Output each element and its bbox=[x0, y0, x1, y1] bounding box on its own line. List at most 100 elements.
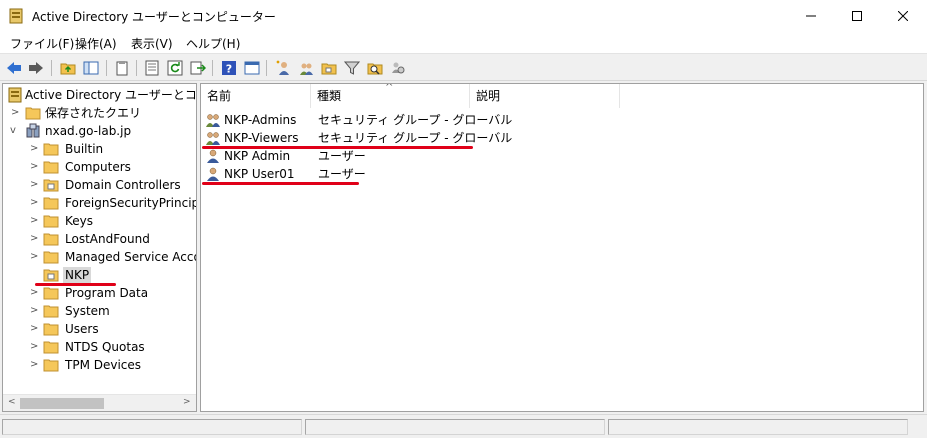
chevron-right-icon[interactable]: > bbox=[30, 248, 40, 266]
export-list-button[interactable] bbox=[188, 58, 208, 78]
menu-view[interactable]: 表示(V) bbox=[131, 35, 173, 52]
tree-item-keys[interactable]: > Keys bbox=[3, 212, 196, 230]
tree-item-label: NKP bbox=[63, 267, 92, 283]
toolbar-separator bbox=[136, 60, 137, 76]
tree-root-label: Active Directory ユーザーとコンピュー bbox=[25, 88, 197, 102]
tree-item-domain-controllers[interactable]: > Domain Controllers bbox=[3, 176, 196, 194]
tree-item-label: 保存されたクエリ bbox=[45, 106, 142, 120]
list-cell-name: NKP User01 bbox=[224, 167, 295, 181]
tree-item-computers[interactable]: > Computers bbox=[3, 158, 196, 176]
clipboard-button[interactable] bbox=[112, 58, 132, 78]
console-tree-icon bbox=[83, 61, 99, 75]
refresh-button[interactable] bbox=[165, 58, 185, 78]
new-ou-button[interactable] bbox=[319, 58, 339, 78]
list-cell-type: セキュリティ グループ - グローバル bbox=[318, 131, 513, 145]
help-button[interactable]: ? bbox=[219, 58, 239, 78]
menu-help[interactable]: ヘルプ(H) bbox=[186, 35, 240, 52]
back-arrow-icon bbox=[7, 62, 21, 74]
tree-item-users[interactable]: > Users bbox=[3, 320, 196, 338]
new-user-icon bbox=[276, 60, 289, 75]
tree-item-label: Domain Controllers bbox=[65, 178, 181, 192]
scroll-left-icon[interactable]: < bbox=[8, 397, 16, 407]
list-row-nkp-user01[interactable]: NKP User01 ユーザー bbox=[201, 165, 921, 183]
find-button[interactable] bbox=[365, 58, 385, 78]
menu-file[interactable]: ファイル(F) bbox=[10, 35, 74, 52]
back-button[interactable] bbox=[4, 58, 24, 78]
tree-item-nkp[interactable]: NKP bbox=[3, 266, 196, 284]
minimize-button[interactable] bbox=[788, 0, 834, 32]
properties-icon bbox=[145, 60, 159, 76]
folder-icon bbox=[43, 215, 59, 228]
toolbar-separator bbox=[51, 60, 52, 76]
chevron-right-icon[interactable]: > bbox=[30, 320, 40, 338]
chevron-down-icon[interactable]: v bbox=[10, 122, 20, 140]
folder-icon bbox=[43, 323, 59, 336]
tree-horizontal-scrollbar[interactable]: < > bbox=[3, 394, 196, 411]
scrollbar-thumb[interactable] bbox=[20, 398, 104, 409]
user-icon bbox=[207, 167, 219, 181]
domain-icon bbox=[26, 123, 40, 138]
close-button[interactable] bbox=[880, 0, 926, 32]
toolbar-separator bbox=[106, 60, 107, 76]
maximize-icon bbox=[852, 11, 862, 21]
tree-item-tpm-devices[interactable]: > TPM Devices bbox=[3, 356, 196, 374]
tree-item-domain[interactable]: v nxad.go-lab.jp bbox=[3, 122, 196, 140]
up-folder-button[interactable] bbox=[58, 58, 78, 78]
details-list[interactable]: 名前 種類 説明 ^ NKP-Admins セキュリティ グループ - グローバ… bbox=[200, 83, 924, 412]
chevron-right-icon[interactable]: > bbox=[30, 194, 40, 212]
toolbar-separator bbox=[266, 60, 267, 76]
sort-ascending-icon: ^ bbox=[385, 83, 394, 93]
properties-button[interactable] bbox=[142, 58, 162, 78]
chevron-right-icon[interactable]: > bbox=[30, 158, 40, 176]
tree-item-label: Program Data bbox=[65, 286, 149, 300]
show-hide-tree-button[interactable] bbox=[81, 58, 101, 78]
folder-icon bbox=[43, 143, 59, 156]
menu-action[interactable]: 操作(A) bbox=[75, 35, 117, 52]
chevron-right-icon[interactable]: > bbox=[30, 284, 40, 302]
tree-item-ntds-quotas[interactable]: > NTDS Quotas bbox=[3, 338, 196, 356]
chevron-right-icon[interactable]: > bbox=[30, 212, 40, 230]
tree-item-foreign-security-principals[interactable]: > ForeignSecurityPrincipals bbox=[3, 194, 196, 212]
add-to-group-button[interactable] bbox=[388, 58, 408, 78]
list-row-nkp-admin[interactable]: NKP Admin ユーザー bbox=[201, 147, 921, 165]
status-segment bbox=[305, 419, 605, 435]
chevron-right-icon[interactable]: > bbox=[30, 338, 40, 356]
ou-folder-icon bbox=[43, 269, 59, 282]
tree-item-program-data[interactable]: > Program Data bbox=[3, 284, 196, 302]
tree-item-lost-and-found[interactable]: > LostAndFound bbox=[3, 230, 196, 248]
tree-item-system[interactable]: > System bbox=[3, 302, 196, 320]
list-row-nkp-admins[interactable]: NKP-Admins セキュリティ グループ - グローバル bbox=[201, 111, 921, 129]
column-header-description[interactable]: 説明 bbox=[470, 84, 620, 108]
forward-button[interactable] bbox=[26, 58, 46, 78]
maximize-button[interactable] bbox=[834, 0, 880, 32]
chevron-right-icon[interactable]: > bbox=[30, 140, 40, 158]
scroll-right-icon[interactable]: > bbox=[183, 397, 191, 407]
list-cell-type: ユーザー bbox=[318, 149, 366, 163]
tree-item-label: Keys bbox=[65, 214, 94, 228]
new-group-icon bbox=[300, 63, 313, 75]
tree-item-saved-queries[interactable]: > 保存されたクエリ bbox=[3, 104, 196, 122]
chevron-right-icon[interactable]: > bbox=[11, 104, 21, 122]
export-list-icon bbox=[190, 61, 206, 75]
tree-root[interactable]: Active Directory ユーザーとコンピュー bbox=[3, 86, 196, 104]
filter-button[interactable] bbox=[342, 58, 362, 78]
minimize-icon bbox=[806, 15, 816, 17]
list-row-nkp-viewers[interactable]: NKP-Viewers セキュリティ グループ - グローバル bbox=[201, 129, 921, 147]
console-tree[interactable]: Active Directory ユーザーとコンピュー > 保存されたクエリ v… bbox=[2, 83, 197, 412]
tree-item-builtin[interactable]: > Builtin bbox=[3, 140, 196, 158]
up-folder-icon bbox=[60, 63, 76, 75]
new-group-button[interactable] bbox=[296, 58, 316, 78]
new-user-button[interactable] bbox=[273, 58, 293, 78]
chevron-right-icon[interactable]: > bbox=[30, 230, 40, 248]
clipboard-icon bbox=[116, 61, 128, 76]
chevron-right-icon[interactable]: > bbox=[30, 302, 40, 320]
svg-text:?: ? bbox=[226, 63, 232, 76]
column-header-name[interactable]: 名前 bbox=[201, 84, 311, 108]
status-segment bbox=[608, 419, 908, 435]
chevron-right-icon[interactable]: > bbox=[30, 176, 40, 194]
tree-item-label: ForeignSecurityPrincipals bbox=[65, 196, 196, 210]
tree-item-managed-service-accounts[interactable]: > Managed Service Accounts bbox=[3, 248, 196, 266]
view-button[interactable] bbox=[242, 58, 262, 78]
chevron-right-icon[interactable]: > bbox=[30, 356, 40, 374]
list-cell-name: NKP-Admins bbox=[224, 113, 297, 127]
